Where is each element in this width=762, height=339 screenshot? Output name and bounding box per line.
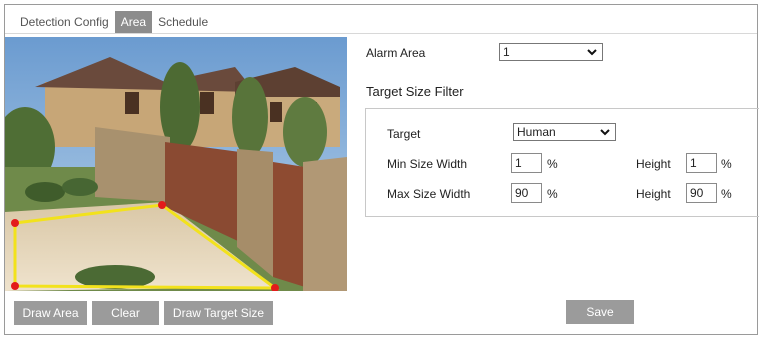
target-label: Target xyxy=(387,127,421,141)
target-select[interactable]: Human xyxy=(513,123,616,141)
alarm-area-select[interactable]: 1 xyxy=(499,43,603,61)
max-size-width-input[interactable] xyxy=(511,183,542,203)
config-panel: Detection Config Area Schedule Draw Area… xyxy=(4,4,759,335)
tab-bar: Detection Config Area Schedule xyxy=(14,11,214,33)
alarm-area-value: 1 xyxy=(503,45,510,59)
alarm-area-label: Alarm Area xyxy=(366,46,426,60)
tab-divider xyxy=(5,33,757,34)
target-size-filter-title: Target Size Filter xyxy=(366,84,464,99)
max-size-width-label: Max Size Width xyxy=(387,187,471,201)
min-size-height-label: Height xyxy=(636,157,671,171)
min-size-height-unit: % xyxy=(721,157,732,171)
tab-area[interactable]: Area xyxy=(114,11,153,33)
draw-target-size-button[interactable]: Draw Target Size xyxy=(164,301,273,325)
camera-snapshot[interactable] xyxy=(5,37,347,291)
clear-button[interactable]: Clear xyxy=(92,301,159,325)
min-size-width-label: Min Size Width xyxy=(387,157,468,171)
max-size-height-input[interactable] xyxy=(686,183,717,203)
min-size-height-input[interactable] xyxy=(686,153,717,173)
tab-detection-config[interactable]: Detection Config xyxy=(14,11,115,33)
camera-scene xyxy=(5,37,347,291)
tab-schedule[interactable]: Schedule xyxy=(152,11,214,33)
min-size-width-unit: % xyxy=(547,157,558,171)
max-size-height-label: Height xyxy=(636,187,671,201)
chevron-down-icon xyxy=(587,49,597,56)
chevron-down-icon xyxy=(600,129,610,136)
max-size-width-unit: % xyxy=(547,187,558,201)
min-size-width-input[interactable] xyxy=(511,153,542,173)
target-value: Human xyxy=(517,125,556,139)
draw-area-button[interactable]: Draw Area xyxy=(14,301,87,325)
max-size-height-unit: % xyxy=(721,187,732,201)
save-button[interactable]: Save xyxy=(566,300,634,324)
